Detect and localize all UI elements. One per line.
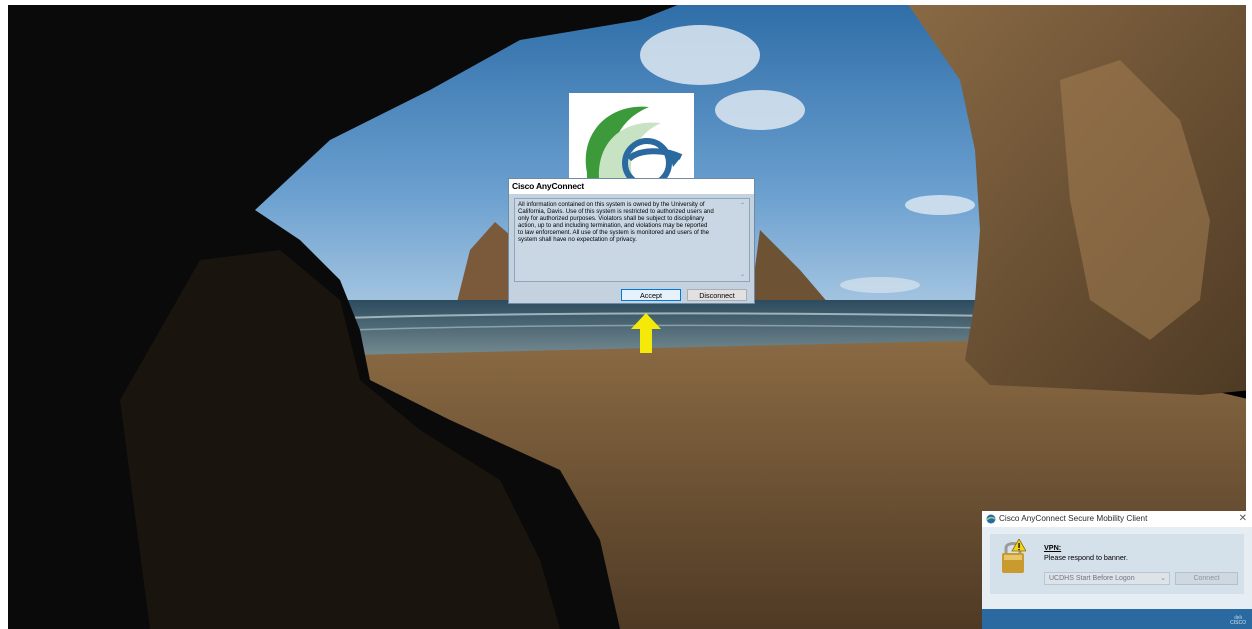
up-arrow-icon xyxy=(631,313,661,353)
client-titlebar: Cisco AnyConnect Secure Mobility Client … xyxy=(982,511,1252,527)
padlock-warning-icon xyxy=(1002,539,1026,573)
banner-message: All information contained on this system… xyxy=(518,201,714,244)
cisco-logo: ılıılı CISCO xyxy=(1230,615,1246,626)
scroll-down-icon[interactable]: ⌄ xyxy=(740,271,745,278)
anyconnect-client-window: Cisco AnyConnect Secure Mobility Client … xyxy=(982,511,1252,629)
chevron-down-icon[interactable]: ⌄ xyxy=(1160,573,1166,584)
close-icon[interactable]: ✕ xyxy=(1239,511,1247,527)
vpn-panel xyxy=(990,534,1244,594)
vpn-section-label: VPN: xyxy=(1044,543,1062,552)
scroll-up-icon[interactable]: ⌃ xyxy=(740,202,745,209)
dialog-title: Cisco AnyConnect xyxy=(509,179,754,194)
accept-button[interactable]: Accept xyxy=(621,289,681,301)
vpn-profile-value: UCDHS Start Before Logon xyxy=(1049,575,1135,582)
client-title: Cisco AnyConnect Secure Mobility Client xyxy=(999,514,1148,523)
disconnect-button[interactable]: Disconnect xyxy=(687,289,747,301)
vertical-scrollbar[interactable]: ⌃ ⌄ xyxy=(739,200,748,280)
cisco-globe-icon xyxy=(986,514,996,524)
vpn-status-text: Please respond to banner. xyxy=(1044,553,1128,562)
banner-dialog: Cisco AnyConnect All information contain… xyxy=(508,178,755,304)
cisco-anyconnect-logo xyxy=(569,93,694,181)
connect-button[interactable]: Connect xyxy=(1175,572,1238,585)
client-footer-bar: ılıılı CISCO xyxy=(982,609,1252,629)
vpn-profile-select[interactable]: UCDHS Start Before Logon ⌄ xyxy=(1044,572,1170,585)
banner-message-box[interactable]: All information contained on this system… xyxy=(514,198,750,282)
